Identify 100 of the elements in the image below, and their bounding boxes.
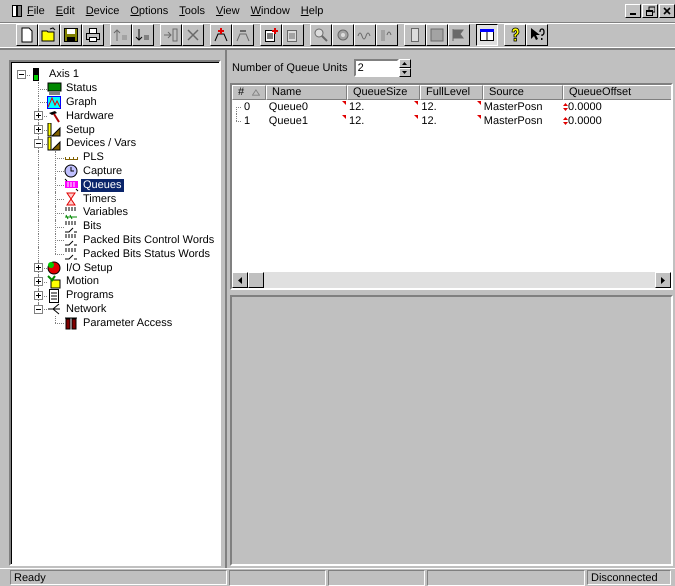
column-title: QueueSize: [353, 86, 408, 99]
clock-icon: [64, 164, 79, 178]
status-message: Ready: [10, 570, 227, 585]
column-header[interactable]: #: [232, 85, 266, 100]
menu-item[interactable]: Help: [296, 4, 330, 18]
document-icon: [47, 288, 62, 303]
open-folder-icon: [41, 27, 57, 43]
column-header[interactable]: Name: [266, 85, 347, 100]
table-cell: MasterPosn: [484, 115, 542, 127]
tree-item[interactable]: Motion: [64, 275, 102, 288]
sort-icon: [252, 89, 260, 96]
table-cell: 12.: [349, 101, 364, 113]
tree-item[interactable]: Timers: [81, 192, 118, 206]
collapse-icon[interactable]: [34, 138, 43, 148]
tree-item[interactable]: Capture: [81, 164, 124, 178]
menu-item[interactable]: Device: [80, 4, 126, 18]
spin-up-button[interactable]: [398, 59, 411, 68]
tree-item[interactable]: Axis 1: [47, 68, 81, 82]
tree-item[interactable]: Packed Bits Control Words: [81, 234, 216, 247]
tree-item[interactable]: I/O Setup: [64, 262, 114, 275]
column-title: Name: [272, 86, 302, 99]
tree-item[interactable]: PLS: [81, 151, 106, 164]
menu-item[interactable]: Window: [246, 4, 296, 18]
column-header[interactable]: QueueOffset: [563, 85, 671, 100]
menu-item[interactable]: Options: [125, 4, 174, 18]
table-cell: 12.: [421, 101, 437, 113]
tree-item[interactable]: Status: [64, 82, 100, 96]
tree-item[interactable]: Graph: [64, 96, 99, 109]
expand-icon[interactable]: [34, 290, 43, 300]
edit-marker-icon: [476, 115, 481, 119]
column-header[interactable]: QueueSize: [347, 85, 420, 100]
right-arrow-icon: [661, 276, 665, 284]
down-arrow-icon: [402, 71, 408, 74]
tree-item[interactable]: Queues: [81, 178, 124, 192]
close-button[interactable]: [659, 4, 675, 18]
ruler-icon: [64, 156, 79, 160]
table-cell: 1: [244, 115, 250, 127]
switch-icon: [64, 220, 79, 234]
column-title: #: [238, 86, 244, 99]
queue-units-label: Number of Queue Units: [232, 62, 348, 74]
insert-icon: [163, 27, 179, 43]
monitor-icon: [47, 82, 62, 96]
print-icon: [85, 27, 101, 43]
collapse-icon[interactable]: [34, 304, 43, 314]
tree-item[interactable]: Programs: [64, 289, 116, 302]
expand-icon[interactable]: [34, 111, 43, 120]
delete-icon: [185, 27, 201, 43]
spin-marker-icon: [563, 117, 568, 125]
queue-icon: [64, 178, 79, 192]
edit-marker-icon: [342, 101, 346, 105]
tree-item[interactable]: Bits: [81, 220, 104, 234]
spin-down-button[interactable]: [398, 68, 411, 77]
scroll-right-button[interactable]: [655, 272, 671, 288]
expand-icon[interactable]: [34, 263, 43, 272]
expand-icon[interactable]: [34, 125, 43, 134]
tree-item[interactable]: Devices / Vars: [64, 137, 138, 150]
switch-icon: [64, 233, 79, 248]
hourglass-icon: [64, 192, 79, 206]
expand-icon[interactable]: [34, 276, 43, 286]
window-icon: [479, 27, 495, 43]
menu-item[interactable]: Edit: [50, 4, 81, 18]
edit-marker-icon: [414, 101, 418, 105]
minimize-button[interactable]: [625, 4, 641, 18]
queue-units-field[interactable]: 2: [354, 59, 399, 77]
edit-marker-icon: [476, 101, 481, 105]
remove-point-icon: [235, 27, 251, 43]
upload-icon: [113, 27, 129, 43]
menu-item[interactable]: File: [22, 4, 51, 18]
table-cell: 12.: [421, 115, 437, 127]
context-help-icon: [529, 27, 545, 43]
tree-item[interactable]: Setup: [64, 124, 97, 137]
scroll-left-button[interactable]: [232, 272, 248, 288]
table-cell: 0.0000: [568, 101, 602, 113]
tree-item[interactable]: Parameter Access: [81, 316, 174, 330]
switch-icon: [64, 247, 79, 262]
add-point-icon: [213, 27, 229, 43]
collapse-icon[interactable]: [17, 70, 26, 79]
gear-icon: [335, 27, 351, 43]
terminal-icon: [64, 316, 79, 330]
up-arrow-icon: [402, 62, 408, 65]
edit-marker-icon: [342, 115, 346, 119]
column-header[interactable]: FullLevel: [420, 85, 483, 100]
table-cell: 0.0000: [568, 115, 602, 127]
tree-item[interactable]: Network: [64, 302, 108, 316]
menu-item[interactable]: Tools: [174, 4, 211, 18]
tree-item[interactable]: Variables: [81, 206, 130, 220]
column-header[interactable]: Source: [483, 85, 563, 100]
restore-button[interactable]: [642, 4, 658, 18]
add-document-icon: [263, 27, 279, 43]
app-icon: [12, 5, 22, 17]
hammer-icon: [47, 109, 62, 124]
restore-icon: [645, 6, 655, 16]
tree-item[interactable]: Hardware: [64, 110, 116, 123]
tree-item[interactable]: Packed Bits Status Words: [81, 248, 212, 261]
stop-icon: [429, 27, 445, 43]
network-icon: [47, 302, 62, 316]
toolbar-button[interactable]: [476, 24, 498, 46]
menu-item[interactable]: View: [210, 4, 246, 18]
scrollbar-thumb[interactable]: [248, 272, 264, 288]
setup-icon: [47, 136, 62, 151]
